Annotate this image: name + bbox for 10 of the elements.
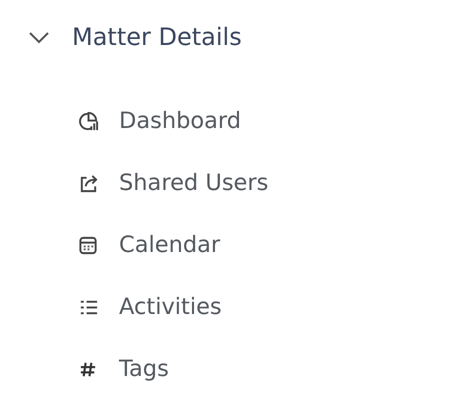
- nav-item[interactable]: Shared Users: [119, 172, 268, 194]
- share-icon: [78, 172, 99, 194]
- nav-item[interactable]: Dashboard: [119, 110, 242, 132]
- nav-item[interactable]: Activities: [119, 296, 222, 318]
- nav-item[interactable]: Calendar: [119, 234, 220, 256]
- pie-chart-icon: [78, 110, 99, 132]
- section-title[interactable]: Matter Details: [72, 25, 242, 49]
- chevron-icon[interactable]: [28, 30, 50, 44]
- calendar-icon: [78, 234, 99, 256]
- nav-item[interactable]: Tags: [119, 358, 169, 380]
